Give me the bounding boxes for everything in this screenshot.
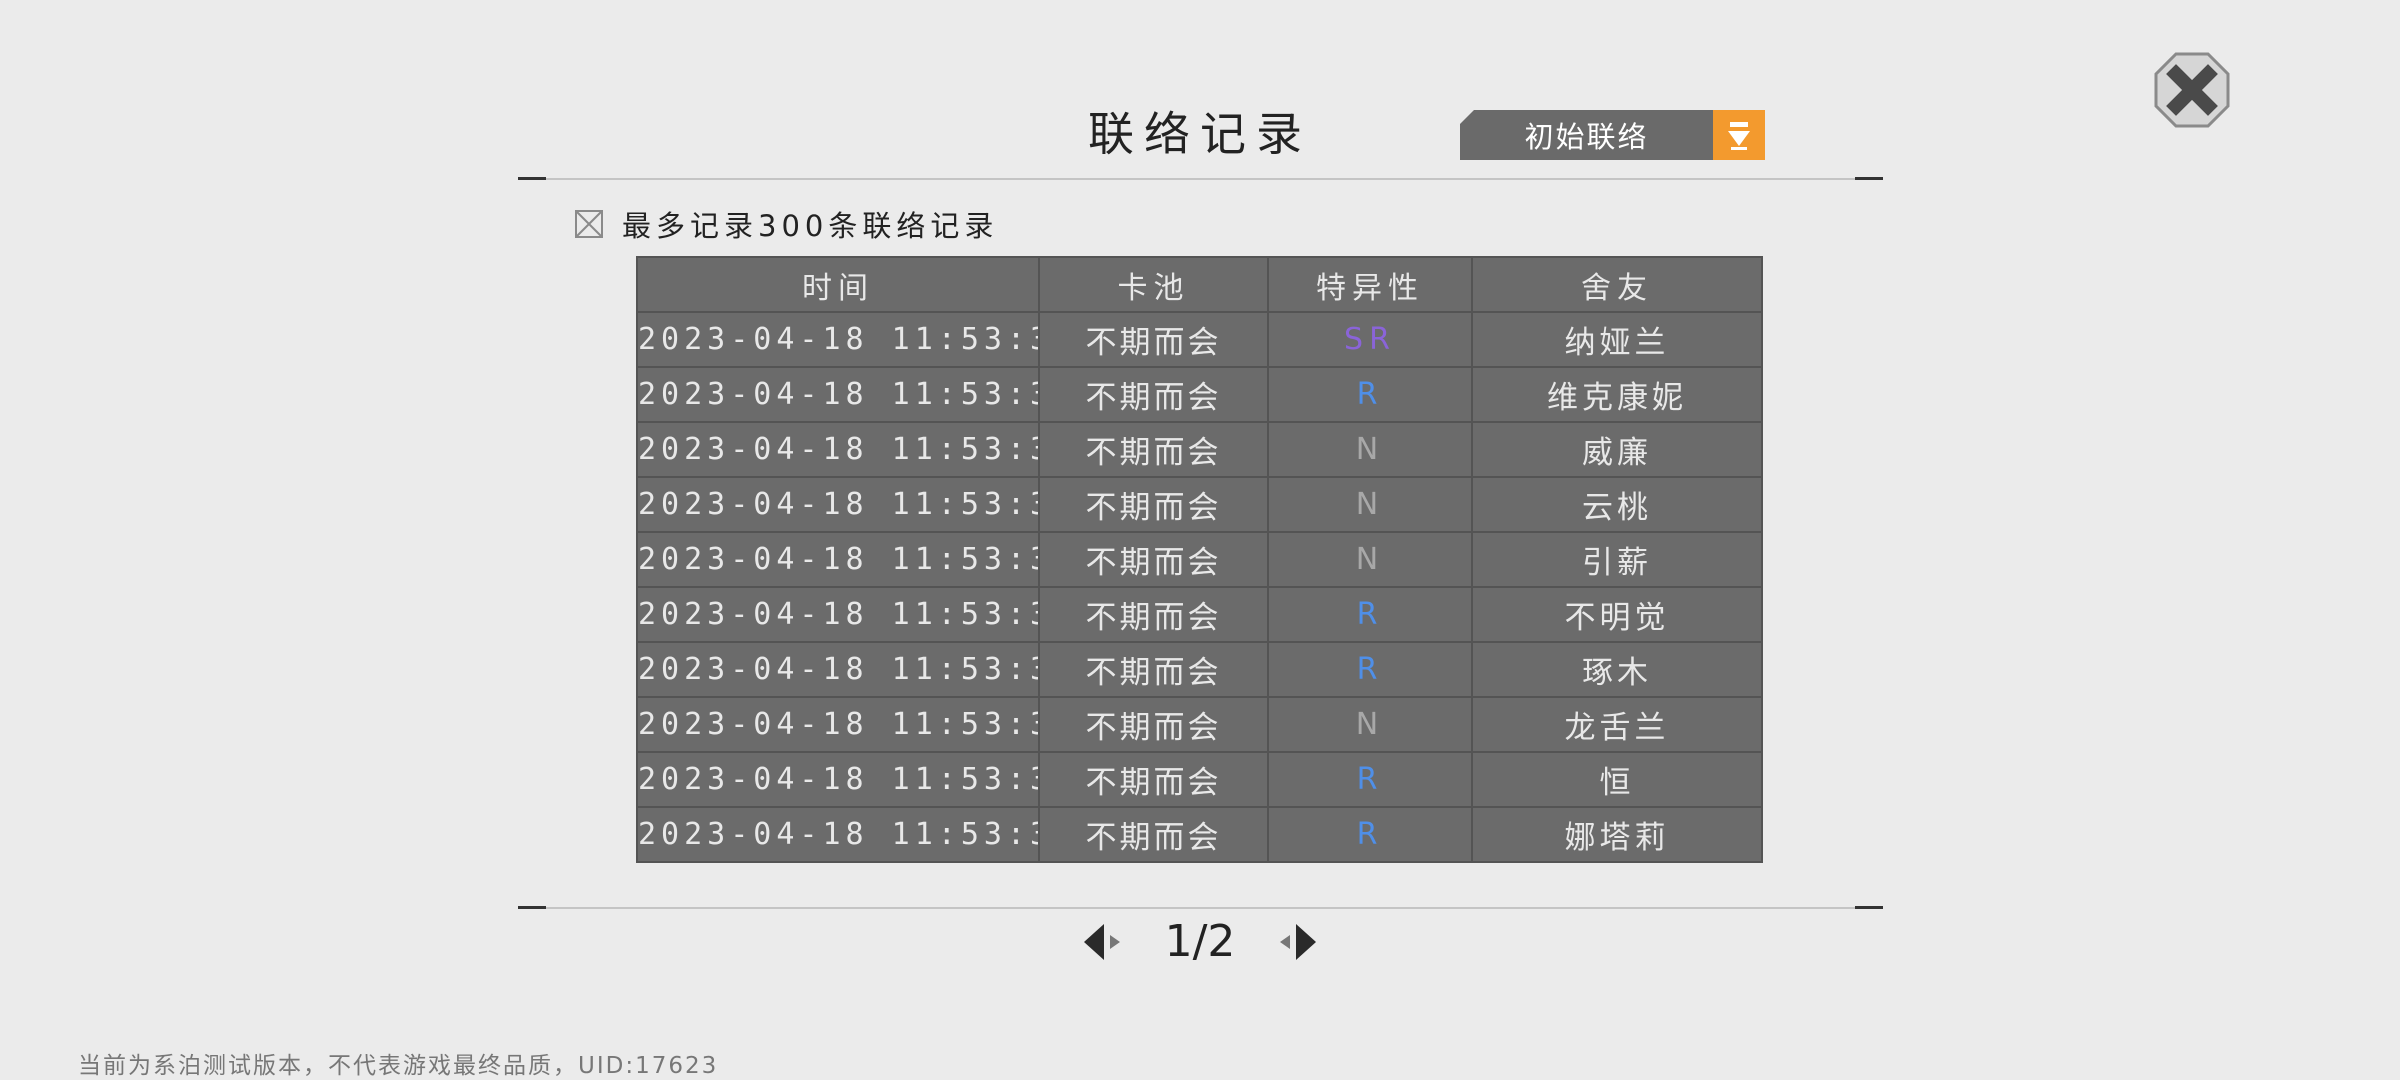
- cell-friend: 恒: [1471, 751, 1763, 808]
- cell-friend: 威廉: [1471, 421, 1763, 478]
- table-row: 2023-04-18 11:53:36 不期而会 R 不明觉: [636, 586, 1763, 643]
- cell-friend: 不明觉: [1471, 586, 1763, 643]
- cell-pool: 不期而会: [1038, 806, 1269, 863]
- cell-friend: 云桃: [1471, 476, 1763, 533]
- table-row: 2023-04-18 11:53:36 不期而会 R 琢木: [636, 641, 1763, 698]
- bottom-divider: [518, 906, 1883, 909]
- cell-rarity: R: [1267, 751, 1473, 808]
- column-header-friend: 舍友: [1471, 256, 1763, 313]
- table-row: 2023-04-18 11:53:36 不期而会 R 娜塔莉: [636, 806, 1763, 863]
- cell-pool: 不期而会: [1038, 531, 1269, 588]
- record-limit-row: 最多记录300条联络记录: [574, 204, 998, 244]
- column-header-time: 时间: [636, 256, 1040, 313]
- table-row: 2023-04-18 11:53:36 不期而会 R 维克康妮: [636, 366, 1763, 423]
- table-row: 2023-04-18 11:53:36 不期而会 R 恒: [636, 751, 1763, 808]
- cell-friend: 引薪: [1471, 531, 1763, 588]
- prev-page-button[interactable]: [1080, 918, 1130, 966]
- column-header-pool: 卡池: [1038, 256, 1269, 313]
- cell-time: 2023-04-18 11:53:36: [636, 311, 1040, 368]
- table-row: 2023-04-18 11:53:36 不期而会 N 云桃: [636, 476, 1763, 533]
- table-row: 2023-04-18 11:53:36 不期而会 N 引薪: [636, 531, 1763, 588]
- record-limit-text: 最多记录300条联络记录: [622, 209, 999, 243]
- cell-time: 2023-04-18 11:53:36: [636, 531, 1040, 588]
- cell-friend: 龙舌兰: [1471, 696, 1763, 753]
- chevron-down-icon[interactable]: [1713, 110, 1765, 160]
- cell-pool: 不期而会: [1038, 751, 1269, 808]
- cell-rarity: N: [1267, 531, 1473, 588]
- top-divider: [518, 177, 1883, 180]
- cell-time: 2023-04-18 11:53:36: [636, 476, 1040, 533]
- close-icon: [2154, 52, 2230, 128]
- cell-pool: 不期而会: [1038, 476, 1269, 533]
- records-table: 时间 卡池 特异性 舍友 2023-04-18 11:53:36 不期而会 SR…: [636, 256, 1763, 863]
- cell-rarity: N: [1267, 476, 1473, 533]
- dropdown-selected-label: 初始联络: [1524, 120, 1649, 154]
- page-title: 联络记录: [1088, 107, 1312, 161]
- cell-time: 2023-04-18 11:53:36: [636, 366, 1040, 423]
- cell-time: 2023-04-18 11:53:36: [636, 586, 1040, 643]
- table-header-row: 时间 卡池 特异性 舍友: [636, 256, 1763, 313]
- close-button[interactable]: [2152, 50, 2232, 130]
- table-row: 2023-04-18 11:53:36 不期而会 SR 纳娅兰: [636, 311, 1763, 368]
- table-row: 2023-04-18 11:53:36 不期而会 N 威廉: [636, 421, 1763, 478]
- pagination: 1/2: [1080, 912, 1320, 972]
- next-arrow-icon: [1280, 924, 1316, 960]
- cell-pool: 不期而会: [1038, 641, 1269, 698]
- version-notice: 当前为系泊测试版本，不代表游戏最终品质，UID:17623: [78, 1053, 719, 1079]
- page-indicator: 1/2: [1164, 916, 1236, 967]
- cell-friend: 娜塔莉: [1471, 806, 1763, 863]
- cell-time: 2023-04-18 11:53:36: [636, 806, 1040, 863]
- cell-pool: 不期而会: [1038, 366, 1269, 423]
- cell-rarity: R: [1267, 586, 1473, 643]
- cell-rarity: N: [1267, 696, 1473, 753]
- cell-friend: 维克康妮: [1471, 366, 1763, 423]
- cell-pool: 不期而会: [1038, 421, 1269, 478]
- cell-rarity: R: [1267, 806, 1473, 863]
- cell-friend: 琢木: [1471, 641, 1763, 698]
- prev-arrow-icon: [1084, 924, 1120, 960]
- cell-time: 2023-04-18 11:53:36: [636, 751, 1040, 808]
- cell-rarity: SR: [1267, 311, 1473, 368]
- checkbox-icon[interactable]: [574, 209, 604, 239]
- cell-rarity: R: [1267, 366, 1473, 423]
- next-page-button[interactable]: [1270, 918, 1320, 966]
- cell-pool: 不期而会: [1038, 696, 1269, 753]
- column-header-rarity: 特异性: [1267, 256, 1473, 313]
- pool-select-dropdown[interactable]: 初始联络: [1460, 110, 1765, 160]
- cell-pool: 不期而会: [1038, 586, 1269, 643]
- cell-pool: 不期而会: [1038, 311, 1269, 368]
- cell-rarity: R: [1267, 641, 1473, 698]
- cell-friend: 纳娅兰: [1471, 311, 1763, 368]
- table-row: 2023-04-18 11:53:36 不期而会 N 龙舌兰: [636, 696, 1763, 753]
- cell-time: 2023-04-18 11:53:36: [636, 696, 1040, 753]
- cell-time: 2023-04-18 11:53:36: [636, 421, 1040, 478]
- cell-time: 2023-04-18 11:53:36: [636, 641, 1040, 698]
- cell-rarity: N: [1267, 421, 1473, 478]
